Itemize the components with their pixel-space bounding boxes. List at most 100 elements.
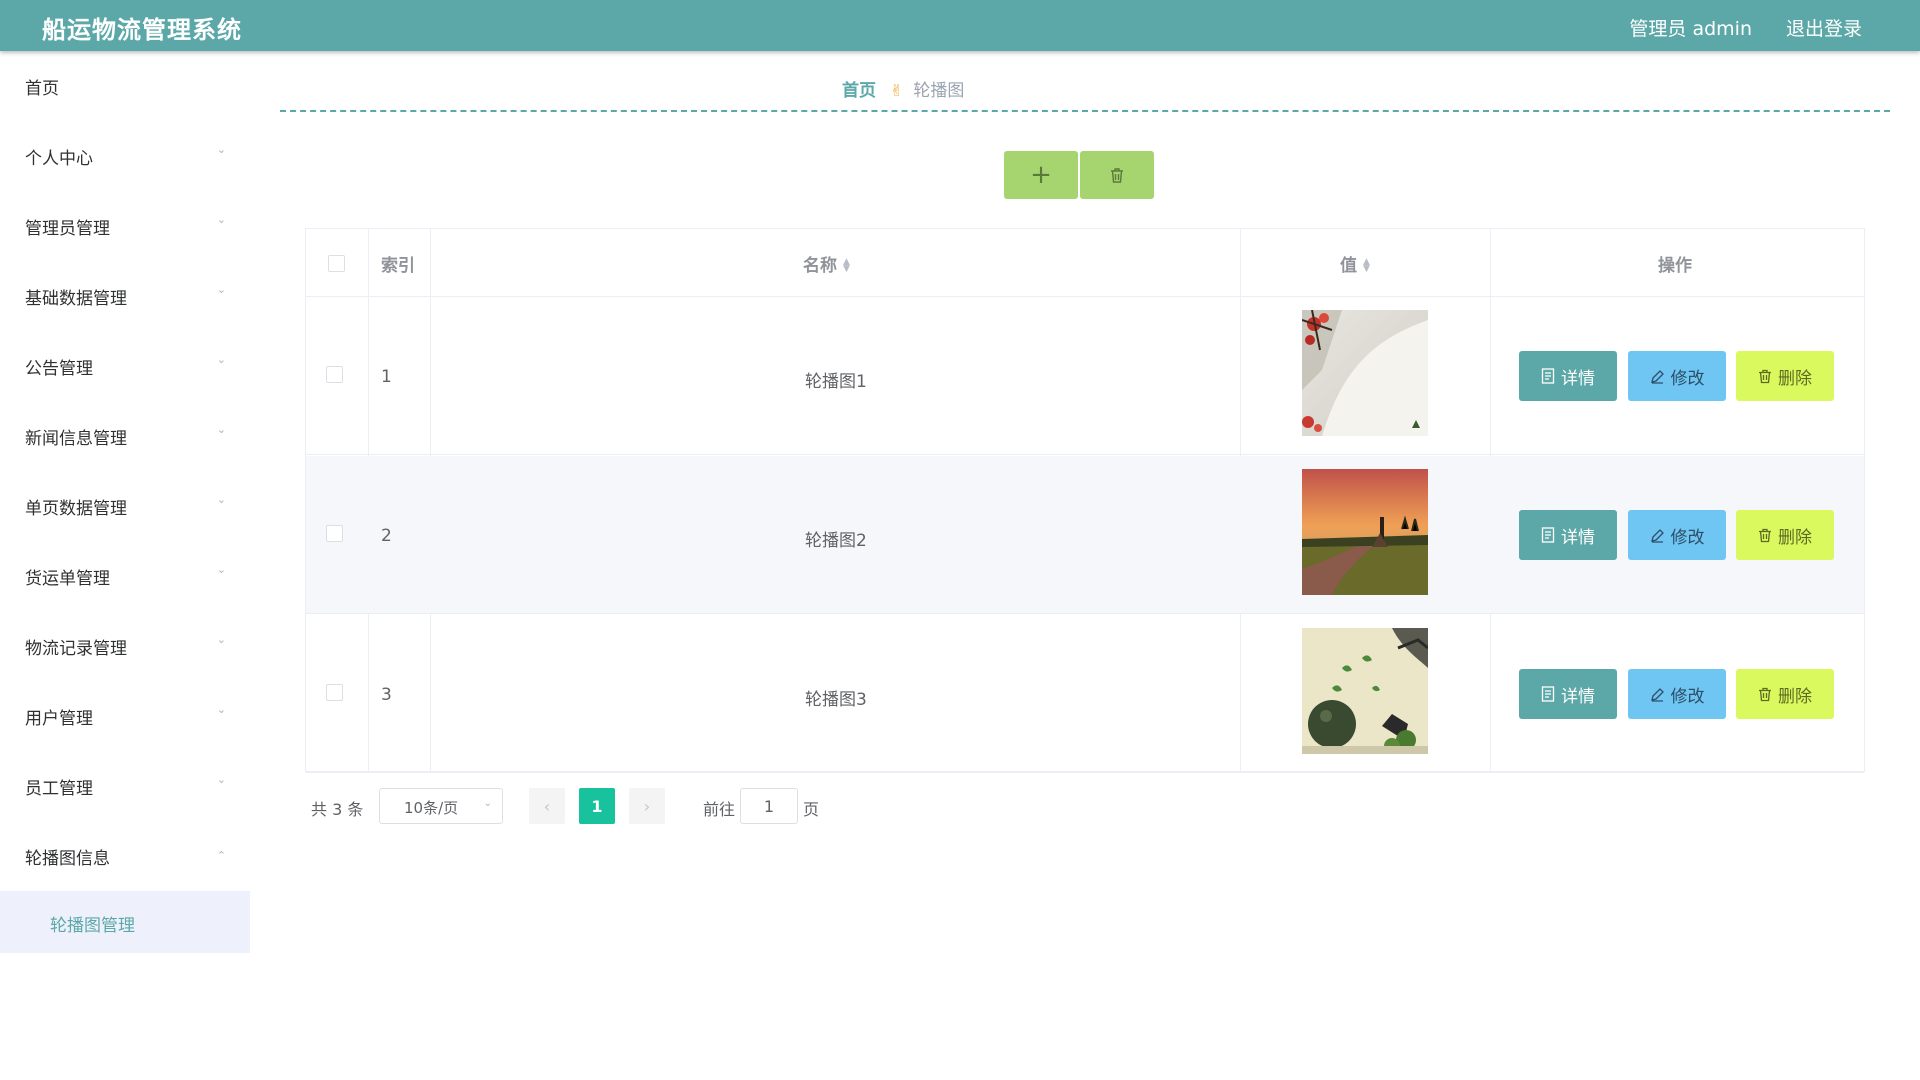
column-header-name[interactable]: 名称 ▲ ▼ bbox=[803, 251, 850, 276]
sidebar-item-label: 首页 bbox=[25, 79, 59, 99]
detail-button[interactable]: 详情 bbox=[1519, 351, 1617, 401]
chevron-down-icon: ⌄ bbox=[216, 283, 226, 296]
edit-label: 修改 bbox=[1670, 368, 1705, 389]
delete-button[interactable]: 删除 bbox=[1736, 510, 1834, 560]
sidebar-subitem-carousel-management[interactable]: 轮播图管理 bbox=[0, 891, 250, 953]
breadcrumb: 首页 ✌ 轮播图 bbox=[842, 76, 964, 101]
chevron-down-icon: ⌄ bbox=[216, 353, 226, 366]
sidebar-item-news[interactable]: 新闻信息管理 ⌄ bbox=[0, 405, 250, 465]
column-header-value[interactable]: 值 ▲ ▼ bbox=[1340, 251, 1370, 276]
sidebar-item-home[interactable]: 首页 bbox=[0, 55, 250, 115]
sort-icon[interactable]: ▲ ▼ bbox=[843, 258, 850, 274]
row-checkbox[interactable] bbox=[326, 366, 343, 383]
plus-icon: + bbox=[1030, 160, 1052, 190]
goto-label: 前往 bbox=[703, 800, 736, 819]
trash-icon bbox=[1759, 687, 1771, 701]
breadcrumb-home[interactable]: 首页 bbox=[842, 81, 876, 101]
delete-label: 删除 bbox=[1778, 527, 1812, 548]
detail-label: 详情 bbox=[1561, 527, 1595, 548]
trash-icon bbox=[1111, 167, 1123, 183]
prev-page-button[interactable]: ‹ bbox=[529, 788, 565, 824]
edit-icon bbox=[1650, 369, 1664, 384]
carousel-thumbnail bbox=[1302, 469, 1428, 595]
page-size-select[interactable]: 10条/页 ⌄ bbox=[379, 788, 503, 824]
detail-label: 详情 bbox=[1561, 368, 1595, 389]
sidebar-item-carousel-info[interactable]: 轮播图信息 ⌃ bbox=[0, 825, 250, 885]
edit-button[interactable]: 修改 bbox=[1628, 669, 1726, 719]
sidebar-item-users[interactable]: 用户管理 ⌄ bbox=[0, 685, 250, 745]
sidebar-item-label: 单页数据管理 bbox=[25, 499, 127, 519]
sidebar-item-basic-data[interactable]: 基础数据管理 ⌄ bbox=[0, 265, 250, 325]
row-checkbox[interactable] bbox=[326, 684, 343, 701]
pagination: 共 3 条 10条/页 ⌄ ‹ 1 › 前往 页 bbox=[305, 788, 865, 824]
chevron-down-icon: ⌄ bbox=[216, 143, 226, 156]
sidebar-item-label: 基础数据管理 bbox=[25, 289, 127, 309]
chevron-down-icon: ⌄ bbox=[216, 773, 226, 786]
row-index: 2 bbox=[381, 526, 392, 546]
sidebar-item-label: 轮播图信息 bbox=[25, 849, 110, 869]
table-row: 3 轮播图3 详情 修改 删除 bbox=[306, 615, 1864, 773]
trash-icon bbox=[1759, 369, 1771, 383]
sidebar-item-staff[interactable]: 员工管理 ⌄ bbox=[0, 755, 250, 815]
table-row: 2 轮播图2 详情 修改 删除 bbox=[306, 456, 1864, 614]
sidebar-item-logistics-record[interactable]: 物流记录管理 ⌄ bbox=[0, 615, 250, 675]
delete-label: 删除 bbox=[1778, 368, 1812, 389]
detail-button[interactable]: 详情 bbox=[1519, 510, 1617, 560]
sidebar-item-label: 物流记录管理 bbox=[25, 639, 127, 659]
sidebar-item-personal-center[interactable]: 个人中心 ⌄ bbox=[0, 125, 250, 185]
edit-button[interactable]: 修改 bbox=[1628, 351, 1726, 401]
chevron-down-icon: ⌄ bbox=[216, 493, 226, 506]
delete-button[interactable]: 删除 bbox=[1736, 351, 1834, 401]
batch-delete-button[interactable] bbox=[1080, 151, 1154, 199]
row-name: 轮播图3 bbox=[805, 690, 867, 710]
sidebar-subitem-label: 轮播图管理 bbox=[50, 916, 135, 936]
page-number-current[interactable]: 1 bbox=[579, 788, 615, 824]
page-size-value: 10条/页 bbox=[404, 799, 459, 817]
sidebar-item-label: 管理员管理 bbox=[25, 219, 110, 239]
edit-label: 修改 bbox=[1670, 527, 1705, 548]
sidebar-item-single-page[interactable]: 单页数据管理 ⌄ bbox=[0, 475, 250, 535]
sidebar-item-freight-order[interactable]: 货运单管理 ⌄ bbox=[0, 545, 250, 605]
edit-button[interactable]: 修改 bbox=[1628, 510, 1726, 560]
victory-hand-icon: ✌ bbox=[890, 81, 904, 100]
sidebar-item-announcement[interactable]: 公告管理 ⌄ bbox=[0, 335, 250, 395]
add-button[interactable]: + bbox=[1004, 151, 1078, 199]
trash-icon bbox=[1759, 528, 1771, 542]
goto-unit: 页 bbox=[803, 800, 820, 819]
chevron-down-icon: ⌄ bbox=[216, 563, 226, 576]
column-header-value-label: 值 bbox=[1340, 256, 1357, 276]
carousel-thumbnail bbox=[1302, 628, 1428, 754]
row-name: 轮播图2 bbox=[805, 531, 867, 551]
sidebar: 首页 个人中心 ⌄ 管理员管理 ⌄ 基础数据管理 ⌄ 公告管理 ⌄ 新闻信息管理… bbox=[0, 51, 250, 1080]
row-name: 轮播图1 bbox=[805, 372, 867, 392]
column-header-name-label: 名称 bbox=[803, 256, 837, 276]
sidebar-item-admin-management[interactable]: 管理员管理 ⌄ bbox=[0, 195, 250, 255]
detail-label: 详情 bbox=[1561, 686, 1595, 707]
breadcrumb-current: 轮播图 bbox=[913, 81, 965, 101]
column-header-index: 索引 bbox=[381, 256, 415, 276]
chevron-up-icon: ⌃ bbox=[216, 849, 226, 862]
divider bbox=[280, 110, 1890, 112]
document-icon bbox=[1541, 686, 1555, 702]
chevron-down-icon: ⌄ bbox=[216, 703, 226, 716]
sidebar-item-label: 用户管理 bbox=[25, 709, 93, 729]
sidebar-item-label: 新闻信息管理 bbox=[25, 429, 127, 449]
column-header-actions: 操作 bbox=[1658, 256, 1692, 276]
document-icon bbox=[1541, 527, 1555, 543]
carousel-table: 索引 名称 ▲ ▼ 值 ▲ ▼ 操作 1 轮播图1 详情 修改 删除 2 轮播图… bbox=[305, 228, 1865, 773]
chevron-down-icon: ⌄ bbox=[483, 798, 492, 809]
sidebar-item-label: 公告管理 bbox=[25, 359, 93, 379]
goto-page-input[interactable] bbox=[740, 788, 798, 824]
detail-button[interactable]: 详情 bbox=[1519, 669, 1617, 719]
row-index: 1 bbox=[381, 367, 392, 387]
row-checkbox[interactable] bbox=[326, 525, 343, 542]
chevron-right-icon: › bbox=[643, 796, 651, 816]
delete-label: 删除 bbox=[1778, 686, 1812, 707]
next-page-button[interactable]: › bbox=[629, 788, 665, 824]
logout-button[interactable]: 退出登录 bbox=[1786, 14, 1862, 41]
sidebar-item-label: 货运单管理 bbox=[25, 569, 110, 589]
current-user: 管理员 admin bbox=[1629, 18, 1752, 40]
delete-button[interactable]: 删除 bbox=[1736, 669, 1834, 719]
select-all-checkbox[interactable] bbox=[328, 255, 345, 272]
sort-icon[interactable]: ▲ ▼ bbox=[1363, 258, 1370, 274]
